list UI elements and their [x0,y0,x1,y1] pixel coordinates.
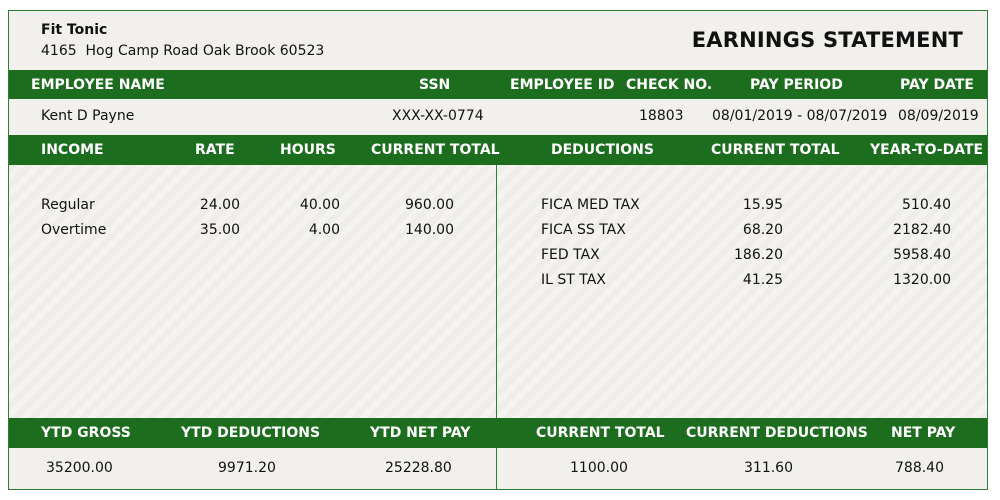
pay-period: 08/01/2019 - 08/07/2019 [712,108,888,124]
line-items-area: Regular 24.00 40.00 960.00 Overtime 35.0… [9,165,987,418]
company-name: Fit Tonic [41,22,108,38]
current-deductions: 311.60 [744,460,793,476]
income-total: 140.00 [405,222,454,238]
current-total-header: CURRENT TOTAL [536,425,665,441]
employee-name: Kent D Payne [41,108,135,124]
company-address: 4165 Hog Camp Road Oak Brook 60523 [41,43,325,59]
income-label: Overtime [41,222,107,238]
column-divider [496,165,497,418]
check-no-header: CHECK NO. [626,77,713,93]
rate-header: RATE [195,142,235,158]
income-total: 960.00 [405,197,454,213]
deduction-ytd: 5958.40 [893,247,951,263]
deductions-header: DEDUCTIONS [551,142,654,158]
income-hours: 40.00 [299,197,340,213]
ytd-deductions-header: YTD DEDUCTIONS [181,425,321,441]
ytd-net-pay: 25228.80 [385,460,452,476]
ytd-deductions: 9971.20 [218,460,276,476]
ytd-net-pay-header: YTD NET PAY [370,425,471,441]
totals-header-bar: YTD GROSS YTD DEDUCTIONS YTD NET PAY CUR… [9,418,987,448]
check-no: 18803 [639,108,684,124]
deduction-ytd: 1320.00 [893,272,951,288]
ytd-gross-header: YTD GROSS [41,425,131,441]
net-pay: 788.40 [895,460,944,476]
document-title: EARNINGS STATEMENT [691,28,963,52]
income-hours: 4.00 [308,222,340,238]
pay-date: 08/09/2019 [898,108,979,124]
income-current-total-header: CURRENT TOTAL [371,142,500,158]
deduction-current: 15.95 [742,197,783,213]
income-label: Regular [41,197,95,213]
deduction-label: FICA MED TAX [541,197,640,213]
deduction-label: IL ST TAX [541,272,606,288]
ytd-gross: 35200.00 [46,460,113,476]
deduction-label: FICA SS TAX [541,222,626,238]
employee-row: Kent D Payne XXX-XX-0774 18803 08/01/201… [9,99,987,135]
pay-period-header: PAY PERIOD [750,77,843,93]
employee-id-header: EMPLOYEE ID [510,77,615,93]
deduction-ytd: 510.40 [902,197,951,213]
deduction-current: 68.20 [742,222,783,238]
income-rate: 35.00 [199,222,240,238]
earnings-statement: Fit Tonic 4165 Hog Camp Road Oak Brook 6… [8,10,988,490]
year-to-date-header: YEAR-TO-DATE [870,142,984,158]
employee-ssn: XXX-XX-0774 [392,108,484,124]
ssn-header: SSN [419,77,451,93]
totals-divider [496,448,497,489]
deduction-current: 41.25 [742,272,783,288]
current-total: 1100.00 [570,460,628,476]
deductions-current-total-header: CURRENT TOTAL [711,142,840,158]
employee-header-bar: EMPLOYEE NAME SSN EMPLOYEE ID CHECK NO. … [9,70,987,99]
employee-name-header: EMPLOYEE NAME [31,77,165,93]
deduction-ytd: 2182.40 [893,222,951,238]
deduction-current: 186.20 [734,247,783,263]
pay-date-header: PAY DATE [900,77,974,93]
income-deductions-header-bar: INCOME RATE HOURS CURRENT TOTAL DEDUCTIO… [9,135,987,165]
hours-header: HOURS [280,142,336,158]
current-deductions-header: CURRENT DEDUCTIONS [686,425,868,441]
income-rate: 24.00 [199,197,240,213]
totals-row: 35200.00 9971.20 25228.80 1100.00 311.60… [9,448,987,489]
income-header: INCOME [41,142,104,158]
deduction-label: FED TAX [541,247,600,263]
net-pay-header: NET PAY [891,425,956,441]
